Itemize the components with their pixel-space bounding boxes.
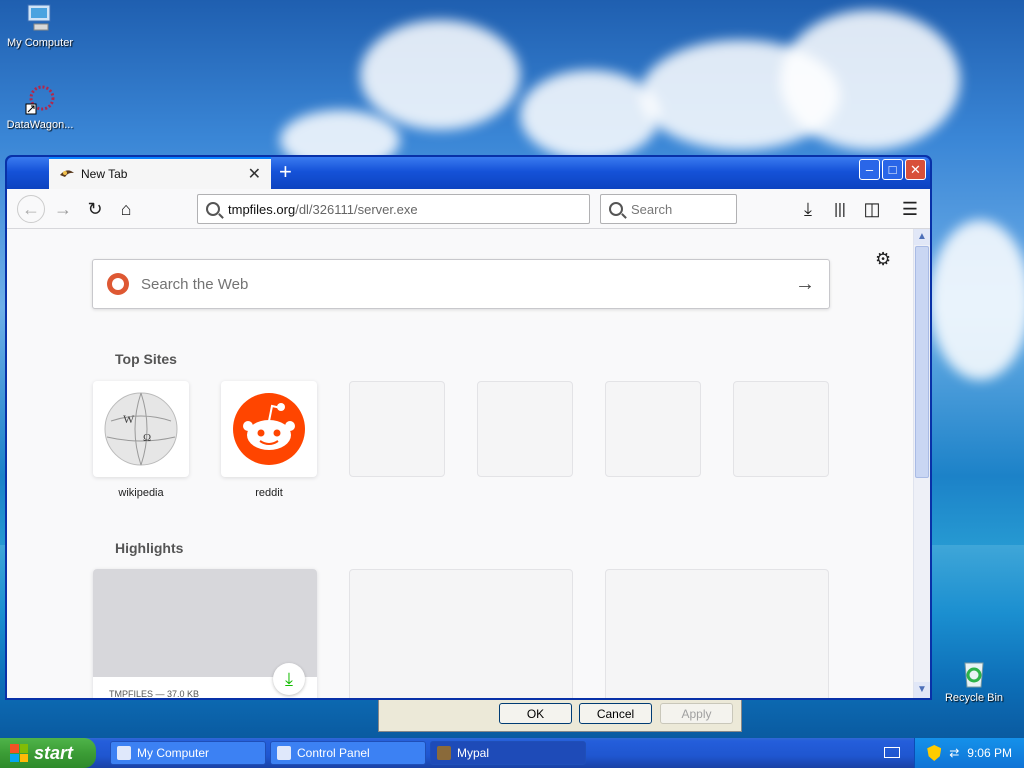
taskbar-item-my-computer[interactable]: My Computer xyxy=(110,741,266,765)
library-icon[interactable]: ||| xyxy=(828,197,852,221)
mypal-favicon-icon xyxy=(59,167,75,181)
taskbar-item-label: My Computer xyxy=(137,746,210,760)
svg-text:W: W xyxy=(123,412,135,426)
my-computer-desktop-icon[interactable]: My Computer xyxy=(0,2,80,49)
control-panel-icon xyxy=(277,746,291,760)
wikipedia-globe-icon: W Ω xyxy=(104,392,178,466)
highlight-empty-card xyxy=(605,569,829,698)
mypal-icon xyxy=(437,746,451,760)
tab-title: New Tab xyxy=(81,167,128,181)
tab-new-tab[interactable]: New Tab ✕ xyxy=(49,157,271,189)
nav-toolbar: ← → ↻ ⌂ tmpfiles.org/dl/326111/server.ex… xyxy=(7,189,930,229)
title-bar[interactable]: New Tab ✕ + ‒ □ ✕ xyxy=(7,157,930,189)
scroll-thumb[interactable] xyxy=(915,246,929,478)
new-tab-plus-icon[interactable]: + xyxy=(279,159,292,185)
url-host: tmpfiles.org xyxy=(228,201,296,217)
back-arrow-icon[interactable]: ← xyxy=(17,195,45,223)
web-search-box[interactable]: Search the Web → xyxy=(92,259,830,309)
home-icon[interactable]: ⌂ xyxy=(114,197,138,221)
downloads-icon[interactable]: ⤓ xyxy=(796,197,820,221)
search-bar[interactable]: Search xyxy=(600,194,737,224)
scroll-down-icon[interactable]: ▼ xyxy=(914,682,930,698)
taskbar-item-mypal[interactable]: Mypal xyxy=(430,741,586,765)
taskbar-item-label: Control Panel xyxy=(297,746,370,760)
top-site-label: reddit xyxy=(255,487,283,499)
top-site-tile[interactable] xyxy=(221,381,317,477)
background-dialog: OK Cancel Apply xyxy=(378,698,742,732)
top-site-empty-tile xyxy=(477,381,573,477)
ok-button[interactable]: OK xyxy=(499,703,572,724)
highlights-heading: Highlights xyxy=(115,540,184,556)
datawagon-desktop-icon[interactable]: DataWagon... xyxy=(0,84,80,131)
start-label: start xyxy=(34,742,74,763)
search-icon xyxy=(609,202,623,216)
url-bar[interactable]: tmpfiles.org/dl/326111/server.exe xyxy=(197,194,590,224)
search-icon xyxy=(206,202,220,216)
search-placeholder: Search xyxy=(631,201,673,217)
network-icon[interactable]: ⇄ xyxy=(949,746,959,760)
reddit-alien-icon xyxy=(233,393,305,465)
system-tray: ⇄ 9:06 PM xyxy=(914,738,1024,768)
top-site-empty-tile xyxy=(605,381,701,477)
highlight-meta: TMPFILES — 37.0 KB xyxy=(109,689,200,698)
recycle-bin-desktop-icon[interactable]: Recycle Bin xyxy=(934,657,1014,704)
recycle-bin-icon xyxy=(958,657,990,689)
web-search-placeholder: Search the Web xyxy=(141,275,249,293)
taskbar-item-control-panel[interactable]: Control Panel xyxy=(270,741,426,765)
datawagon-icon xyxy=(24,84,56,116)
duckduckgo-icon xyxy=(107,273,129,295)
highlight-empty-card xyxy=(349,569,573,698)
keyboard-icon[interactable] xyxy=(884,747,900,758)
close-window-button[interactable]: ✕ xyxy=(905,159,926,180)
security-shield-icon[interactable] xyxy=(927,745,942,761)
sidebar-icon[interactable]: ◫ xyxy=(860,197,884,221)
taskbar: start My Computer Control Panel Mypal ⇄ … xyxy=(0,738,1024,768)
desktop-icon-label: DataWagon... xyxy=(6,119,74,131)
download-icon: ⤓ xyxy=(273,663,305,695)
maximize-button[interactable]: □ xyxy=(882,159,903,180)
apply-button: Apply xyxy=(660,703,733,724)
arrow-right-icon[interactable]: → xyxy=(795,273,815,296)
top-site-label: wikipedia xyxy=(118,487,164,499)
top-site-empty-tile xyxy=(733,381,829,477)
minimize-button[interactable]: ‒ xyxy=(859,159,880,180)
top-sites-heading: Top Sites xyxy=(115,351,177,367)
highlight-card[interactable]: TMPFILES — 37.0 KB ⤓ xyxy=(93,569,317,698)
top-site-empty-tile xyxy=(349,381,445,477)
browser-window: New Tab ✕ + ‒ □ ✕ ← → ↻ ⌂ tmpfiles.org/d… xyxy=(5,155,932,700)
new-tab-page: ⚙ Search the Web → Top Sites W Ω wikiped… xyxy=(7,229,914,698)
reload-icon[interactable]: ↻ xyxy=(83,197,107,221)
cancel-button[interactable]: Cancel xyxy=(579,703,652,724)
menu-hamburger-icon[interactable]: ☰ xyxy=(898,197,922,221)
vertical-scrollbar[interactable]: ▲ ▼ xyxy=(913,229,930,698)
computer-icon xyxy=(117,746,131,760)
taskbar-item-label: Mypal xyxy=(457,746,490,760)
tab-close-icon[interactable]: ✕ xyxy=(248,164,261,184)
top-site-tile[interactable]: W Ω xyxy=(93,381,189,477)
url-path: /dl/326111/server.exe xyxy=(295,201,418,217)
start-button[interactable]: start xyxy=(0,738,96,768)
highlight-thumbnail xyxy=(93,569,317,677)
clock[interactable]: 9:06 PM xyxy=(967,746,1012,760)
windows-flag-icon xyxy=(10,744,28,762)
gear-icon[interactable]: ⚙ xyxy=(875,249,891,270)
scroll-up-icon[interactable]: ▲ xyxy=(914,229,930,245)
computer-icon xyxy=(24,2,56,34)
svg-text:Ω: Ω xyxy=(143,432,151,444)
desktop-icon-label: Recycle Bin xyxy=(944,692,1004,704)
desktop-icon-label: My Computer xyxy=(6,37,74,49)
forward-arrow-icon[interactable]: → xyxy=(51,197,75,221)
